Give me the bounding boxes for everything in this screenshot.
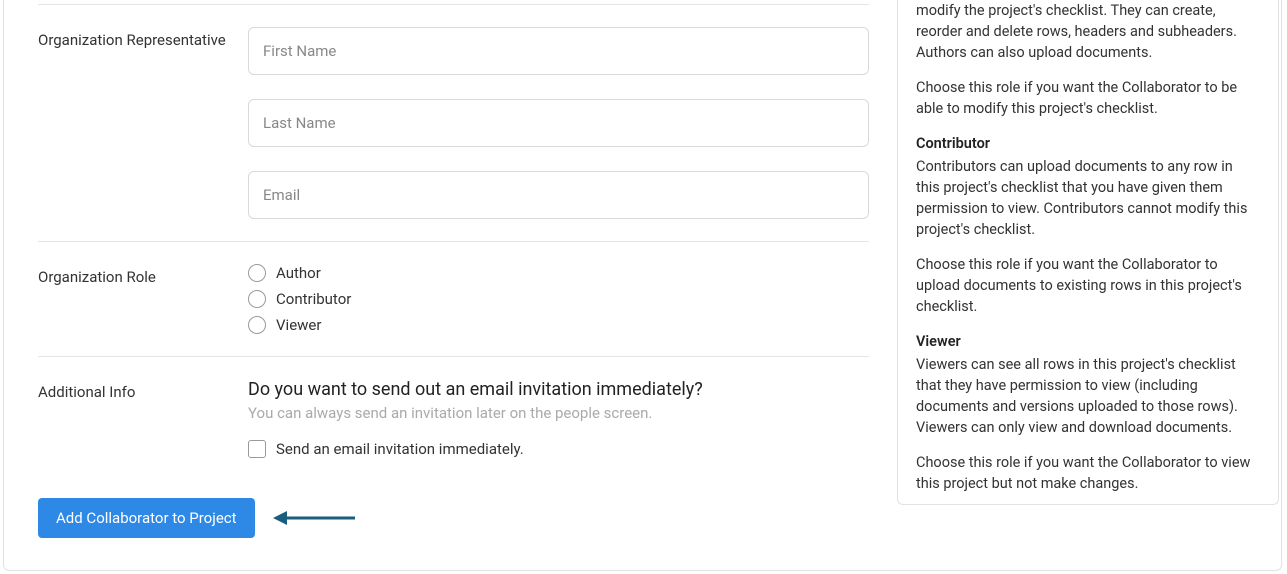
additional-label: Additional Info [38, 379, 248, 458]
representative-fields [248, 27, 869, 219]
invitation-helper: You can always send an invitation later … [248, 404, 869, 422]
role-radio-contributor-label: Contributor [276, 290, 351, 308]
invitation-question: Do you want to send out an email invitat… [248, 379, 869, 400]
radio-icon [248, 316, 266, 334]
section-additional: Additional Info Do you want to send out … [38, 356, 869, 480]
section-divider [38, 4, 869, 5]
role-radio-author[interactable]: Author [248, 264, 869, 282]
additional-content: Do you want to send out an email invitat… [248, 379, 869, 458]
email-input[interactable] [248, 171, 869, 219]
checkbox-icon [248, 440, 266, 458]
role-radio-contributor[interactable]: Contributor [248, 290, 869, 308]
role-label: Organization Role [38, 264, 248, 334]
help-author-partial: modify the project's checklist. They can… [916, 0, 1260, 63]
help-contributor-heading: Contributor [916, 133, 1260, 154]
page-container: Organization Representative Organization… [0, 0, 1287, 574]
section-representative: Organization Representative [38, 27, 869, 241]
radio-icon [248, 290, 266, 308]
help-contributor-body: Contributors can upload documents to any… [916, 156, 1260, 240]
help-viewer-choose: Choose this role if you want the Collabo… [916, 452, 1260, 494]
help-contributor-choose: Choose this role if you want the Collabo… [916, 254, 1260, 317]
first-name-input[interactable] [248, 27, 869, 75]
help-viewer-heading: Viewer [916, 331, 1260, 352]
form-panel: Organization Representative Organization… [8, 0, 869, 564]
help-author-choose: Choose this role if you want the Collabo… [916, 77, 1260, 119]
role-radio-author-label: Author [276, 264, 321, 282]
submit-row: Add Collaborator to Project [38, 480, 869, 538]
role-radio-viewer[interactable]: Viewer [248, 316, 869, 334]
role-radio-viewer-label: Viewer [276, 316, 321, 334]
help-viewer-body: Viewers can see all rows in this project… [916, 354, 1260, 438]
send-invitation-checkbox[interactable]: Send an email invitation immediately. [248, 440, 869, 458]
arrow-left-icon [273, 509, 357, 527]
last-name-input[interactable] [248, 99, 869, 147]
section-role: Organization Role Author Contributor Vie… [38, 241, 869, 356]
add-collaborator-button[interactable]: Add Collaborator to Project [38, 498, 255, 538]
send-invitation-checkbox-label: Send an email invitation immediately. [276, 440, 524, 458]
representative-label: Organization Representative [38, 27, 248, 219]
role-options: Author Contributor Viewer [248, 264, 869, 334]
help-panel: modify the project's checklist. They can… [897, 0, 1279, 505]
radio-icon [248, 264, 266, 282]
